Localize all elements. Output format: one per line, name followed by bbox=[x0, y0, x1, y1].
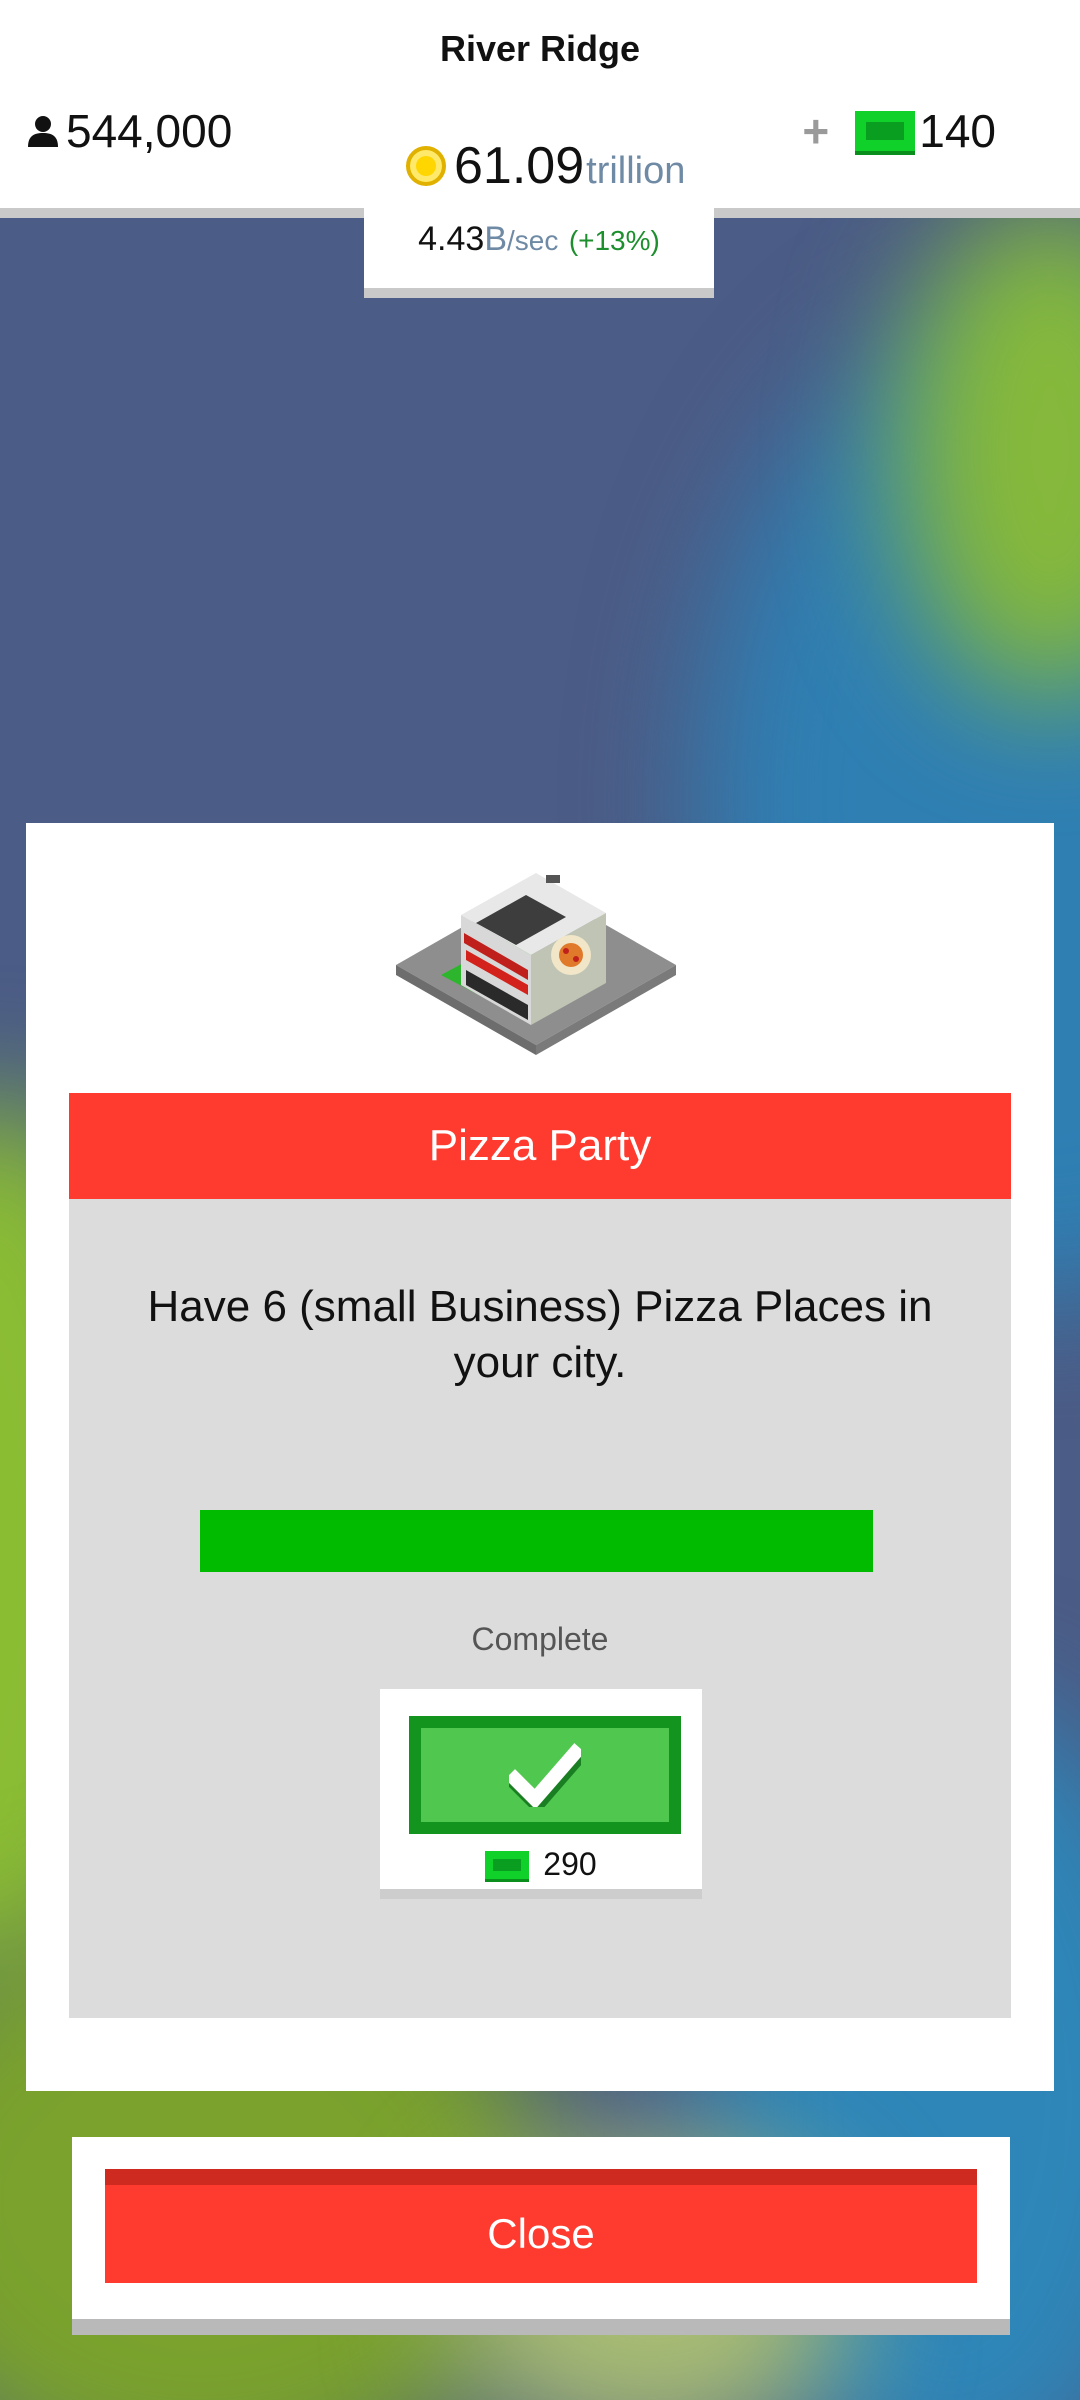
reward-card: 290 bbox=[380, 1689, 702, 1899]
checkmark-icon bbox=[509, 1743, 581, 1807]
rate-value: 4.43 bbox=[418, 220, 485, 258]
city-name: River Ridge bbox=[439, 28, 641, 69]
person-icon bbox=[28, 116, 58, 147]
coins-value: 61.09 bbox=[454, 137, 585, 195]
rate-change: (+13%) bbox=[568, 225, 660, 256]
close-button-container: Close bbox=[72, 2137, 1010, 2335]
coins-panel: 61.09 trillion 4.43B/sec (+13%) bbox=[364, 120, 714, 298]
achievement-title: Pizza Party bbox=[69, 1093, 1011, 1199]
achievement-dialog: Pizza Party Have 6 (small Business) Pizz… bbox=[26, 823, 1054, 2091]
rate-suffix: /sec bbox=[507, 225, 559, 256]
reward-value: 290 bbox=[543, 1846, 597, 1882]
close-button[interactable]: Close bbox=[105, 2169, 977, 2283]
reward-amount: 290 bbox=[380, 1846, 702, 1883]
achievement-content: Have 6 (small Business) Pizza Places in … bbox=[69, 1199, 1011, 2018]
coin-icon bbox=[406, 146, 446, 186]
progress-bar bbox=[200, 1510, 873, 1572]
cash-display[interactable]: + 140 bbox=[802, 104, 996, 158]
population-display[interactable]: 544,000 bbox=[26, 104, 232, 158]
cash-icon bbox=[485, 1850, 530, 1879]
claim-reward-button[interactable] bbox=[409, 1716, 681, 1834]
cash-value: 140 bbox=[919, 105, 996, 157]
population-value: 544,000 bbox=[66, 105, 233, 157]
rate-unit: B bbox=[484, 220, 507, 258]
income-rate: 4.43B/sec (+13%) bbox=[364, 220, 714, 259]
achievement-description: Have 6 (small Business) Pizza Places in … bbox=[147, 1282, 933, 1387]
progress-fill bbox=[200, 1510, 873, 1572]
add-cash-plus-icon[interactable]: + bbox=[802, 104, 829, 158]
pizza-place-building-icon bbox=[396, 873, 676, 1055]
achievement-status: Complete bbox=[471, 1621, 609, 1657]
cash-icon bbox=[855, 111, 916, 151]
coins-unit: trillion bbox=[586, 150, 686, 192]
